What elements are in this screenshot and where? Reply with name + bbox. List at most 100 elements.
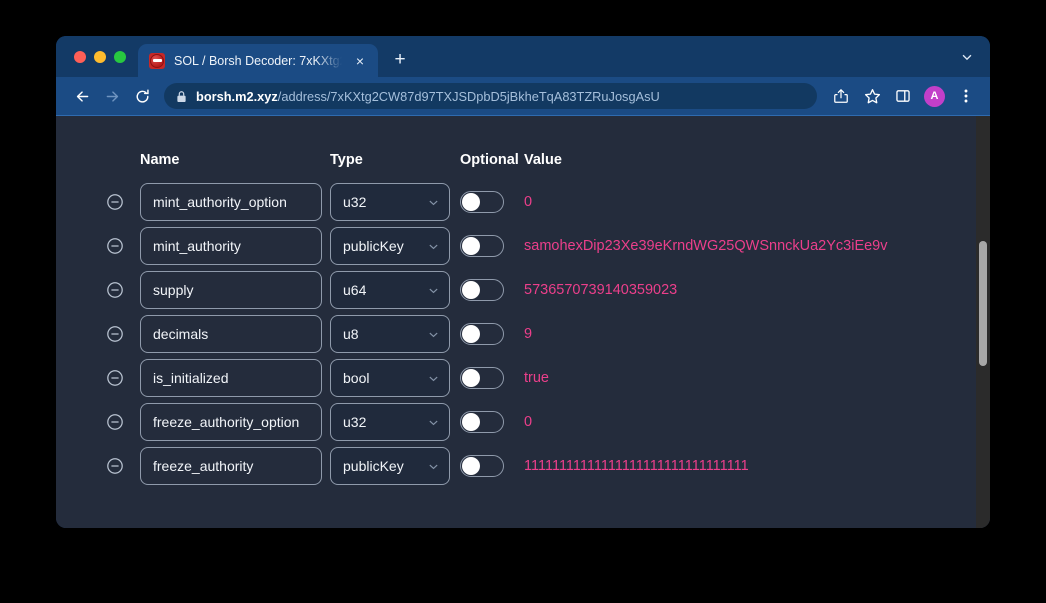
browser-menu-icon[interactable]: [952, 82, 980, 110]
field-type-select[interactable]: publicKey: [330, 447, 450, 485]
field-optional-cell: [460, 279, 524, 301]
field-name-cell: [140, 227, 330, 265]
toggle-knob: [462, 325, 480, 343]
field-name-cell: [140, 183, 330, 221]
bookmark-star-icon[interactable]: [858, 82, 886, 110]
field-value: 0: [524, 414, 533, 430]
toggle-knob: [462, 237, 480, 255]
field-type-label: u8: [343, 326, 359, 342]
maximize-window-button[interactable]: [114, 50, 126, 63]
remove-field-button[interactable]: [106, 369, 140, 387]
field-name-cell: [140, 403, 330, 441]
field-type-select[interactable]: u8: [330, 315, 450, 353]
remove-field-button[interactable]: [106, 237, 140, 255]
field-name-input[interactable]: [140, 447, 322, 485]
toggle-knob: [462, 457, 480, 475]
url-host: borsh.m2.xyz: [196, 88, 278, 104]
chevron-down-icon: [427, 284, 440, 297]
url-text: borsh.m2.xyz/address/7xKXtg2CW87d97TXJSD…: [196, 89, 660, 104]
column-header-optional: Optional: [460, 152, 519, 168]
remove-field-button[interactable]: [106, 325, 140, 343]
field-name-input[interactable]: [140, 271, 322, 309]
close-window-button[interactable]: [74, 50, 86, 63]
field-type-cell: publicKey: [330, 447, 460, 485]
remove-field-button[interactable]: [106, 281, 140, 299]
traffic-lights: [70, 36, 138, 77]
field-name-input[interactable]: [140, 403, 322, 441]
field-optional-cell: [460, 323, 524, 345]
address-bar[interactable]: borsh.m2.xyz/address/7xKXtg2CW87d97TXJSD…: [164, 83, 817, 109]
field-optional-toggle[interactable]: [460, 411, 504, 433]
page-scrollbar[interactable]: [976, 116, 990, 528]
forward-icon[interactable]: [98, 82, 126, 110]
field-optional-toggle[interactable]: [460, 367, 504, 389]
remove-field-button[interactable]: [106, 193, 140, 211]
reload-icon[interactable]: [128, 82, 156, 110]
field-name-input[interactable]: [140, 227, 322, 265]
field-optional-toggle[interactable]: [460, 455, 504, 477]
field-row: u32 0: [106, 180, 976, 224]
field-value: true: [524, 370, 549, 386]
side-panel-icon[interactable]: [889, 82, 917, 110]
field-value: 0: [524, 194, 533, 210]
field-name-input[interactable]: [140, 183, 322, 221]
lock-icon: [176, 90, 187, 103]
borsh-decoder-table: Name Type Optional Value u32 0 publicKey sa…: [56, 116, 976, 488]
toggle-knob: [462, 193, 480, 211]
new-tab-icon[interactable]: +: [386, 46, 414, 74]
field-type-select[interactable]: u32: [330, 183, 450, 221]
toggle-knob: [462, 369, 480, 387]
field-value: 11111111111111111111111111111111: [524, 458, 749, 474]
field-type-select[interactable]: publicKey: [330, 227, 450, 265]
tab-strip-spacer: [414, 76, 952, 77]
field-optional-toggle[interactable]: [460, 279, 504, 301]
browser-tab[interactable]: SOL / Borsh Decoder: 7xKXtg2 ×: [138, 44, 378, 77]
toolbar-actions: A: [827, 82, 980, 110]
sol-borsh-favicon: [149, 52, 165, 69]
table-header-row: Name Type Optional Value: [106, 144, 976, 168]
browser-toolbar: borsh.m2.xyz/address/7xKXtg2CW87d97TXJSD…: [56, 77, 990, 115]
field-name-input[interactable]: [140, 315, 322, 353]
field-value: 5736570739140359023: [524, 282, 678, 298]
field-type-select[interactable]: bool: [330, 359, 450, 397]
scrollbar-thumb[interactable]: [979, 241, 987, 366]
field-name-cell: [140, 447, 330, 485]
share-icon[interactable]: [827, 82, 855, 110]
field-value: samohexDip23Xe39eKrndWG25QWSnnckUa2Yc3iE…: [524, 238, 888, 254]
field-optional-toggle[interactable]: [460, 191, 504, 213]
avatar[interactable]: A: [924, 85, 945, 107]
toggle-knob: [462, 281, 480, 299]
chevron-down-icon: [427, 196, 440, 209]
field-type-label: publicKey: [343, 238, 404, 254]
back-icon[interactable]: [68, 82, 96, 110]
minimize-window-button[interactable]: [94, 50, 106, 63]
field-type-cell: u8: [330, 315, 460, 353]
close-tab-icon[interactable]: ×: [351, 52, 369, 70]
field-row: publicKey samohexDip23Xe39eKrndWG25QWSnnc…: [106, 224, 976, 268]
url-path: /address/7xKXtg2CW87d97TXJSDpbD5jBkheTqA…: [277, 88, 660, 104]
field-type-select[interactable]: u64: [330, 271, 450, 309]
column-header-value: Value: [524, 152, 562, 168]
remove-field-button[interactable]: [106, 413, 140, 431]
field-type-label: bool: [343, 370, 370, 386]
field-name-cell: [140, 315, 330, 353]
field-optional-toggle[interactable]: [460, 323, 504, 345]
tab-title: SOL / Borsh Decoder: 7xKXtg2: [174, 53, 342, 68]
field-row: u64 5736570739140359023: [106, 268, 976, 312]
page-content: Name Type Optional Value u32 0 publicKey sa…: [56, 116, 976, 528]
field-type-label: publicKey: [343, 458, 404, 474]
toggle-knob: [462, 413, 480, 431]
chevron-down-icon: [427, 240, 440, 253]
browser-window: SOL / Borsh Decoder: 7xKXtg2 × + borsh.m…: [56, 36, 990, 528]
page-viewport: Name Type Optional Value u32 0 publicKey sa…: [56, 115, 990, 528]
field-name-input[interactable]: [140, 359, 322, 397]
field-type-label: u64: [343, 282, 367, 298]
field-type-label: u32: [343, 414, 367, 430]
field-name-cell: [140, 271, 330, 309]
field-type-select[interactable]: u32: [330, 403, 450, 441]
field-type-label: u32: [343, 194, 367, 210]
field-type-cell: u64: [330, 271, 460, 309]
remove-field-button[interactable]: [106, 457, 140, 475]
chevron-down-icon[interactable]: [952, 36, 982, 77]
field-optional-toggle[interactable]: [460, 235, 504, 257]
